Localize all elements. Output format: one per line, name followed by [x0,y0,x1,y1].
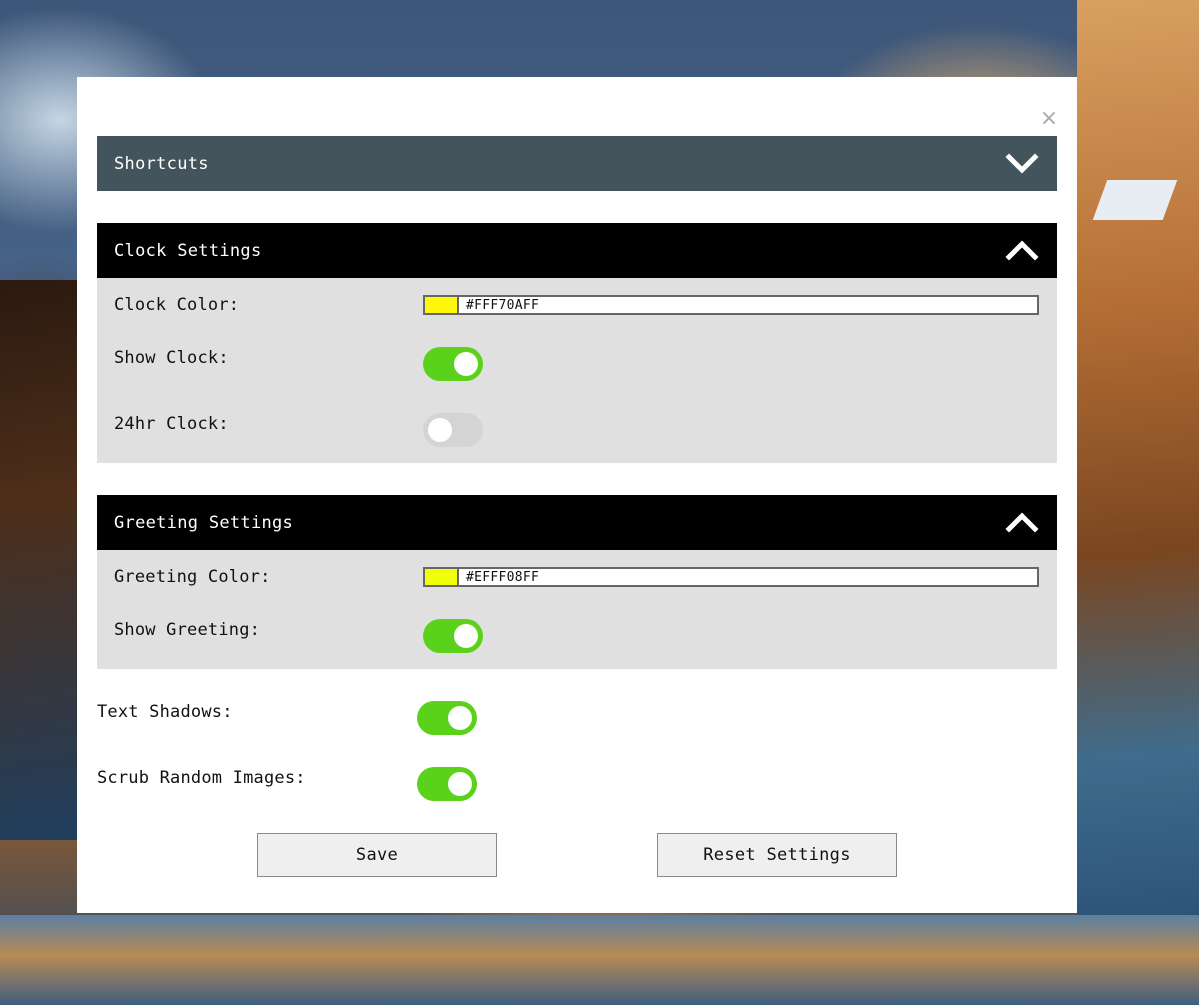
clock-settings-section-header[interactable]: Clock Settings [97,223,1057,278]
show-clock-toggle[interactable] [423,347,483,381]
scrub-random-images-label: Scrub Random Images: [97,768,306,788]
background-water [0,915,1199,1005]
close-icon[interactable]: × [1039,107,1059,131]
scrub-random-images-toggle[interactable] [417,767,477,801]
shortcuts-section-header[interactable]: Shortcuts [97,136,1057,191]
clock-settings-panel: Clock Color: #FFF70AFF Show Clock: 24hr … [97,278,1057,463]
background-rock-left [0,280,80,840]
greeting-color-swatch [425,569,459,585]
24hr-clock-label: 24hr Clock: [114,414,229,434]
show-greeting-toggle[interactable] [423,619,483,653]
24hr-clock-toggle[interactable] [423,413,483,447]
toggle-knob [428,418,452,442]
chevron-down-icon [1005,153,1039,174]
show-clock-label: Show Clock: [114,348,229,368]
background-rock-right [1077,0,1199,1005]
greeting-settings-panel: Greeting Color: #EFFF08FF Show Greeting: [97,550,1057,669]
greeting-color-value: #EFFF08FF [466,569,540,585]
toggle-knob [448,772,472,796]
save-button[interactable]: Save [257,833,497,877]
toggle-knob [454,352,478,376]
clock-color-input[interactable]: #FFF70AFF [423,295,1039,315]
background-snow [1092,180,1178,220]
clock-color-value: #FFF70AFF [466,297,540,313]
show-greeting-label: Show Greeting: [114,620,261,640]
text-shadows-label: Text Shadows: [97,702,233,722]
greeting-settings-section-header[interactable]: Greeting Settings [97,495,1057,550]
reset-settings-button[interactable]: Reset Settings [657,833,897,877]
toggle-knob [448,706,472,730]
shortcuts-section-title: Shortcuts [114,153,209,174]
chevron-up-icon [1005,512,1039,533]
clock-settings-section-title: Clock Settings [114,240,262,261]
clock-color-swatch [425,297,459,313]
settings-modal: × Shortcuts Clock Settings Clock Color: … [77,77,1077,913]
greeting-color-input[interactable]: #EFFF08FF [423,567,1039,587]
greeting-settings-section-title: Greeting Settings [114,512,294,533]
greeting-color-label: Greeting Color: [114,567,271,587]
text-shadows-toggle[interactable] [417,701,477,735]
chevron-up-icon [1005,240,1039,261]
toggle-knob [454,624,478,648]
clock-color-label: Clock Color: [114,295,240,315]
